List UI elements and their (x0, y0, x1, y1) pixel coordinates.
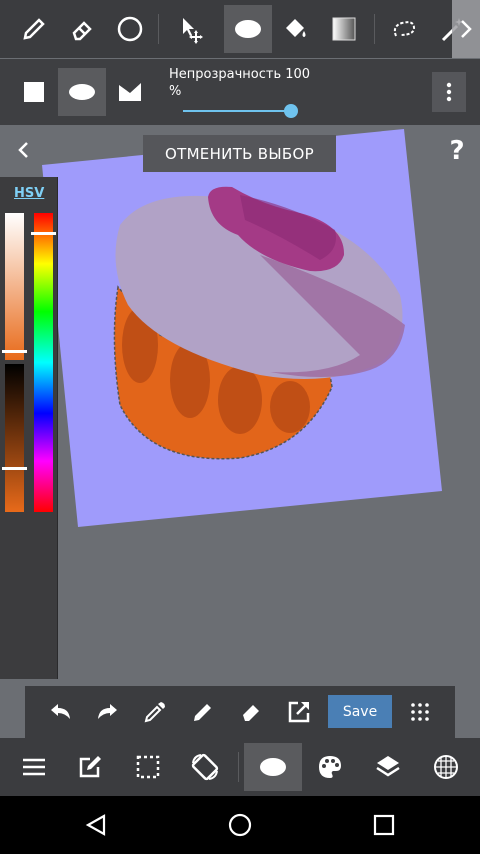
lasso-tool-button[interactable] (380, 5, 428, 53)
polygon-shape-button[interactable] (106, 68, 154, 116)
undo-button[interactable] (37, 688, 85, 736)
color-panel: HSV (0, 177, 58, 679)
hue-thumb[interactable] (31, 232, 56, 235)
opacity-slider-track[interactable] (183, 110, 291, 112)
nav-recents-button[interactable] (360, 805, 408, 845)
palette-icon (319, 756, 341, 778)
ellipse-select-tool-button[interactable] (224, 5, 272, 53)
hue-slider[interactable] (34, 213, 53, 512)
square-recents-icon (373, 814, 395, 836)
more-vert-icon (446, 82, 452, 102)
redo-icon (98, 704, 117, 719)
opacity-slider-thumb[interactable] (284, 104, 298, 118)
nav-back-button[interactable] (72, 805, 120, 845)
canvas-area[interactable]: ОТМЕНИТЬ ВЫБОР ? (0, 125, 480, 686)
edit-button[interactable] (66, 743, 114, 791)
paint-bucket-icon (286, 19, 306, 37)
layers-icon (376, 756, 400, 777)
color-palette-button[interactable] (306, 743, 354, 791)
hsv-mode-tab[interactable]: HSV (14, 186, 44, 201)
selection-button[interactable] (124, 743, 172, 791)
pen-button[interactable] (179, 688, 227, 736)
transform-button[interactable] (181, 743, 229, 791)
value-slider[interactable] (5, 364, 24, 512)
polygon-icon (119, 83, 141, 101)
triangle-back-icon (85, 814, 106, 836)
toolbar-divider (374, 14, 375, 44)
grid-icon (411, 703, 429, 721)
cupcake-ridge (218, 366, 262, 434)
gradient-icon (332, 17, 356, 41)
bottom-menu-bar (0, 738, 480, 796)
circle-tool-button[interactable] (106, 5, 154, 53)
hamburger-menu-icon (23, 758, 45, 776)
circle-home-icon (228, 813, 252, 837)
top-toolbar (0, 0, 480, 58)
menu-divider (238, 752, 239, 782)
gradient-tool-button[interactable] (320, 5, 368, 53)
redo-button[interactable] (83, 688, 131, 736)
chevron-left-icon (18, 142, 28, 158)
eraser-button[interactable] (227, 688, 275, 736)
system-nav-bar (0, 796, 480, 854)
circle-icon (117, 16, 143, 42)
rotate-screen-icon (191, 753, 219, 781)
pen-tool-button[interactable] (10, 5, 58, 53)
dashed-selection-icon (136, 755, 160, 779)
bottom-toolbar: Save (25, 686, 455, 738)
drawing-canvas[interactable] (0, 125, 480, 686)
more-options-button[interactable] (432, 72, 466, 112)
ellipse-icon (69, 84, 95, 100)
value-thumb[interactable] (2, 467, 27, 470)
fill-tool-button[interactable] (272, 5, 320, 53)
help-button[interactable]: ? (442, 135, 472, 167)
toolbar-divider (158, 14, 159, 44)
eyedropper-icon (144, 702, 165, 723)
lasso-icon (393, 21, 416, 37)
edit-icon (79, 756, 101, 778)
options-bar: Непрозрачность 100 % (0, 59, 480, 125)
export-button[interactable] (275, 688, 323, 736)
eyedropper-button[interactable] (131, 688, 179, 736)
settings-grid-button[interactable] (422, 743, 470, 791)
rectangle-icon (24, 82, 44, 102)
ellipse-icon (235, 20, 261, 38)
eraser-icon (243, 705, 259, 721)
pencil-icon (23, 18, 45, 40)
saturation-slider[interactable] (5, 213, 24, 360)
main-menu-button[interactable] (10, 743, 58, 791)
toolbar-scroll-right-button[interactable] (452, 0, 480, 58)
back-button[interactable] (8, 135, 38, 165)
pencil-icon (194, 704, 211, 721)
eraser-tool-button[interactable] (58, 5, 106, 53)
saturation-thumb[interactable] (2, 350, 27, 353)
external-link-icon (288, 701, 310, 723)
globe-grid-icon (434, 755, 458, 779)
rectangle-shape-button[interactable] (10, 68, 58, 116)
ellipse-select-menu-button[interactable] (244, 743, 302, 791)
opacity-unit: % (169, 84, 182, 99)
move-icon (183, 18, 203, 44)
ellipse-shape-button[interactable] (58, 68, 106, 116)
layers-button[interactable] (364, 743, 412, 791)
undo-icon (51, 704, 70, 719)
move-tool-button[interactable] (166, 5, 214, 53)
nav-home-button[interactable] (216, 805, 264, 845)
ellipse-icon (260, 758, 286, 776)
cupcake-ridge (270, 381, 310, 433)
deselect-button[interactable]: ОТМЕНИТЬ ВЫБОР (143, 135, 336, 172)
opacity-text: Непрозрачность 100 (169, 67, 311, 82)
more-tools-button[interactable] (396, 688, 444, 736)
save-button[interactable]: Save (328, 695, 392, 728)
eraser-icon (72, 21, 92, 41)
chevron-right-icon (461, 20, 472, 38)
opacity-label: Непрозрачность 100 % (169, 66, 310, 100)
